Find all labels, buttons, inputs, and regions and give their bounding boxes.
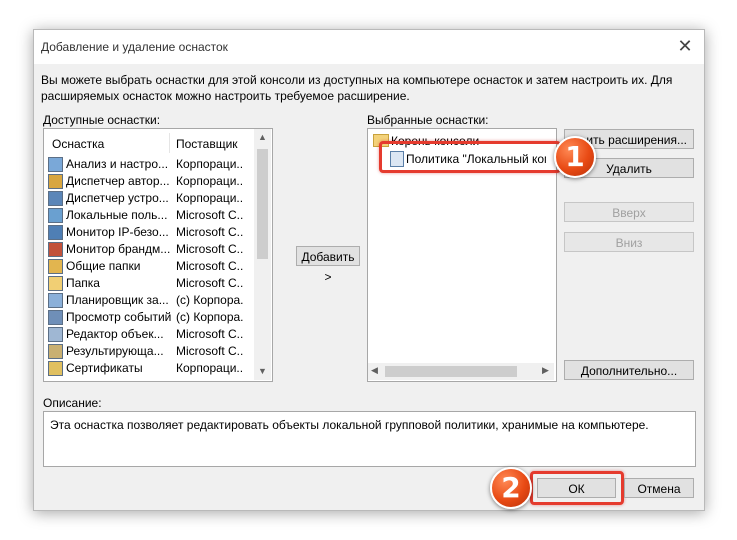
snapin-row[interactable]: Диспетчер автор... Корпораци... [48,173,246,190]
available-label: Доступные оснастки: [43,113,161,127]
snapin-name: Папка [66,276,100,290]
scroll-right-icon[interactable]: ▶ [542,365,549,376]
snapin-row[interactable]: Общие папки Microsoft C... [48,258,246,275]
local-users-icon [48,208,63,223]
available-snapins-list[interactable]: Оснастка Поставщик Анализ и настро... Кор… [43,128,273,382]
step-two-badge: 2 [490,467,532,509]
snapin-row[interactable]: Анализ и настро... Корпораци... [48,156,246,173]
snapin-name: Просмотр событий [66,310,172,324]
snapin-name: Монитор IP-безо... [66,225,169,239]
snapin-row[interactable]: Результирующа... Microsoft C... [48,343,246,360]
snapin-vendor: Microsoft C... [176,344,244,358]
snapin-vendor: Microsoft C... [176,208,244,222]
snapin-row[interactable]: Редактор объек... Microsoft C... [48,326,246,343]
snapin-vendor: Microsoft C... [176,259,244,273]
firewall-monitor-icon [48,242,63,257]
column-header-vendor[interactable]: Поставщик [176,137,238,151]
shared-folders-icon [48,259,63,274]
window-title: Добавление и удаление оснасток [41,40,228,54]
add-remove-snapins-dialog: Добавление и удаление оснасток ✕ Вы може… [33,29,705,511]
ip-security-monitor-icon [48,225,63,240]
certificates-icon [48,361,63,376]
snapin-vendor: Корпораци... [176,174,244,188]
scrollbar-thumb[interactable] [257,149,268,259]
task-scheduler-icon [48,293,63,308]
snapin-name: Результирующа... [66,344,164,358]
snapin-row[interactable]: Планировщик за... (c) Корпора... [48,292,246,309]
snapin-vendor: Microsoft C... [176,242,244,256]
snapin-row[interactable]: Локальные поль... Microsoft C... [48,207,246,224]
snapin-vendor: Microsoft C... [176,225,244,239]
title-bar[interactable]: Добавление и удаление оснасток ✕ [34,30,704,64]
snapin-name: Общие папки [66,259,141,273]
snapin-row[interactable]: Диспетчер устро... Корпораци... [48,190,246,207]
device-manager-icon [48,191,63,206]
highlight-ok-button [530,471,624,505]
description-box: Эта оснастка позволяет редактировать объ… [43,411,696,467]
snapin-vendor: Microsoft C... [176,327,244,341]
gpo-editor-icon [48,327,63,342]
add-button[interactable]: Добавить > [296,246,360,284]
snapin-name: Анализ и настро... [66,157,169,171]
snapin-vendor: Корпораци... [176,191,244,205]
advanced-button[interactable]: Дополнительно... [564,360,694,380]
snapin-row[interactable]: Сертификаты Корпораци... [48,360,246,377]
highlight-selected-item [379,141,561,173]
snapin-row[interactable]: Просмотр событий (c) Корпора... [48,309,246,326]
snapin-vendor: (c) Корпора... [176,310,244,324]
close-icon[interactable]: ✕ [674,36,696,57]
vertical-scrollbar[interactable]: ▲ ▼ [254,129,271,380]
step-one-badge: 1 [554,136,596,178]
analysis-icon [48,157,63,172]
selected-label: Выбранные оснастки: [367,113,489,127]
snapin-name: Локальные поль... [66,208,168,222]
snapin-vendor: (c) Корпора... [176,293,244,307]
snapin-name: Редактор объек... [66,327,164,341]
snapin-row[interactable]: Монитор брандм... Microsoft C... [48,241,246,258]
snapin-vendor: Корпораци... [176,361,244,375]
h-scrollbar-thumb[interactable] [385,366,517,377]
snapin-vendor: Microsoft C... [176,276,244,290]
snapin-row[interactable]: Монитор IP-безо... Microsoft C... [48,224,246,241]
description-label: Описание: [43,396,102,410]
snapin-name: Диспетчер автор... [66,174,170,188]
cancel-button[interactable]: Отмена [624,478,694,498]
snapin-vendor: Корпораци... [176,157,244,171]
snapin-name: Монитор брандм... [66,242,171,256]
event-viewer-icon [48,310,63,325]
scroll-down-icon[interactable]: ▼ [258,366,267,376]
scroll-left-icon[interactable]: ◀ [371,365,378,376]
description-text: Эта оснастка позволяет редактировать объ… [50,418,649,432]
scroll-up-icon[interactable]: ▲ [258,132,267,142]
snapin-row[interactable]: Папка Microsoft C... [48,275,246,292]
column-header-snapin[interactable]: Оснастка [52,137,104,151]
snapin-name: Планировщик за... [66,293,169,307]
rsop-icon [48,344,63,359]
column-divider [169,133,170,153]
authorization-manager-icon [48,174,63,189]
snapin-name: Сертификаты [66,361,143,375]
intro-text: Вы можете выбрать оснастки для этой конс… [41,73,673,103]
horizontal-scrollbar[interactable]: ◀ ▶ [368,363,554,380]
move-down-button[interactable]: Вниз [564,232,694,252]
folder-icon [48,276,63,291]
snapin-name: Диспетчер устро... [66,191,169,205]
move-up-button[interactable]: Вверх [564,202,694,222]
